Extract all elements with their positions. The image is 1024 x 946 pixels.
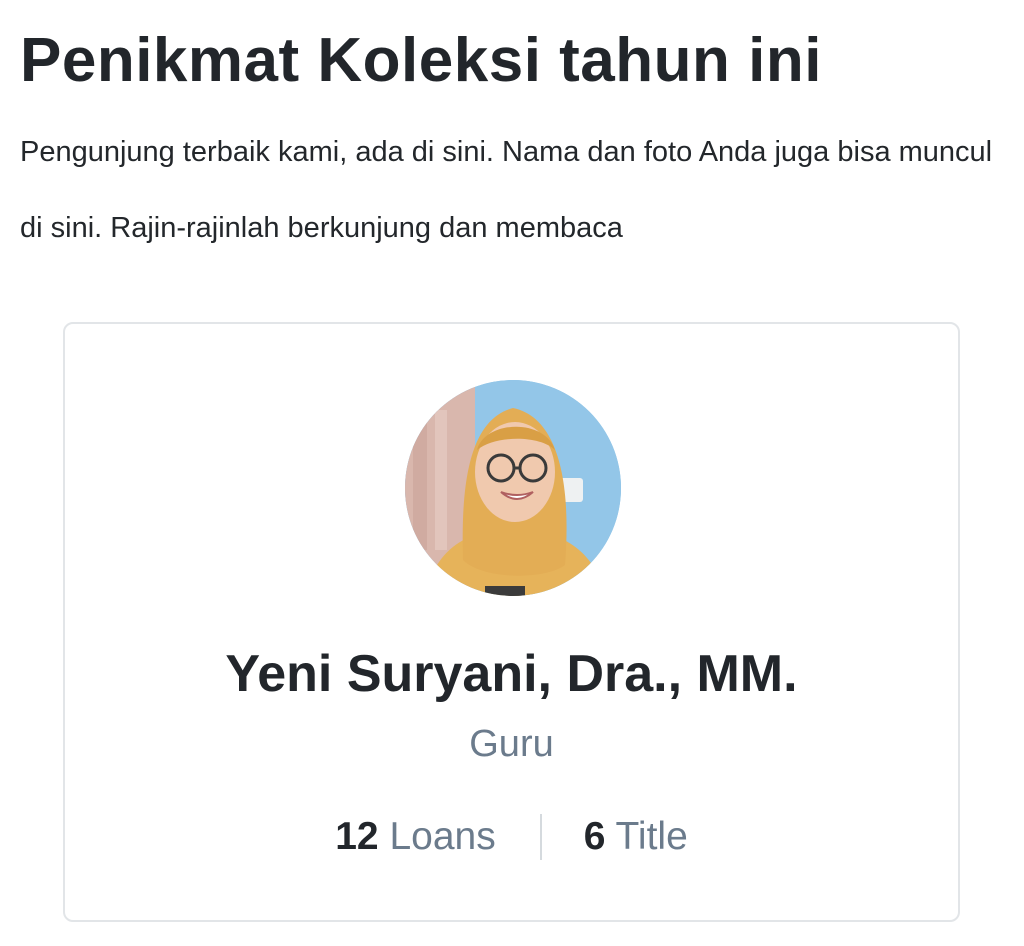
section-description: Pengunjung terbaik kami, ada di sini. Na… [20,136,993,244]
member-photo [405,380,621,596]
member-photo-image [405,380,621,596]
member-stats: 12 Loans 6 Title [65,812,958,862]
member-card: Yeni Suryani, Dra., MM. Guru 12 Loans 6 … [63,322,960,922]
loans-count: 12 [335,815,379,858]
titles-label: Title [615,815,688,858]
stats-divider [539,814,542,860]
loans-label: Loans [389,815,496,858]
member-role: Guru [469,723,554,765]
page-title: Penikmat Koleksi tahun ini [20,26,822,95]
titles-count: 6 [583,815,606,858]
member-name: Yeni Suryani, Dra., MM. [225,645,798,703]
titles-stat: 6 Title [584,812,688,862]
loans-stat: 12 Loans [335,812,496,862]
